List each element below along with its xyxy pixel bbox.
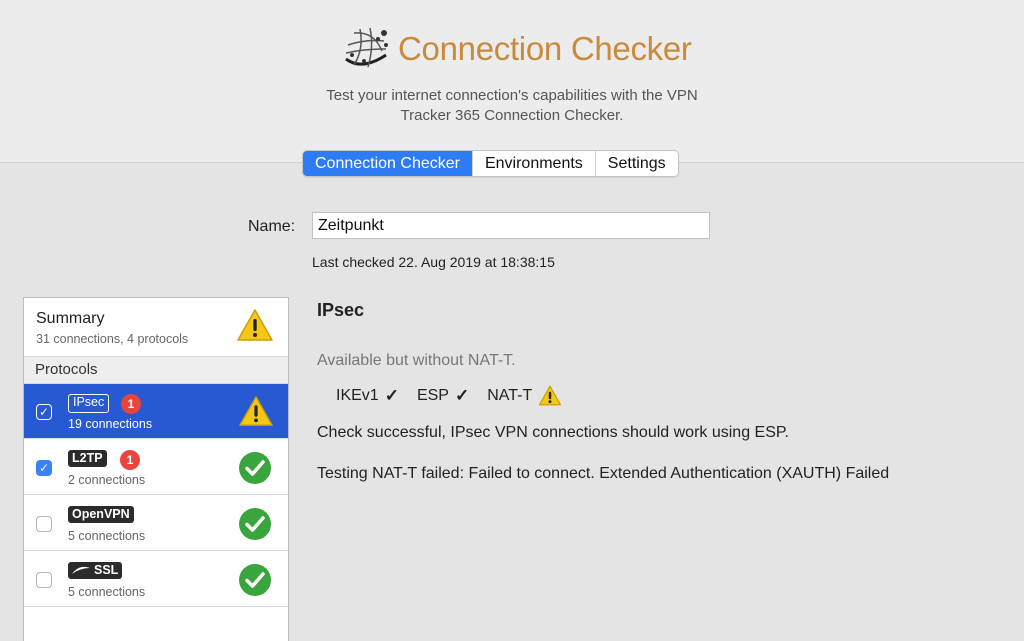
name-label: Name: [248, 218, 296, 235]
connection-count: 19 connections [68, 417, 153, 431]
tab-settings[interactable]: Settings [596, 151, 678, 176]
protocol-tag-l2tp: L2TP [68, 450, 107, 467]
result-message: Check successful, IPsec VPN connections … [317, 424, 789, 441]
check-nat-t: NAT-T [487, 385, 562, 406]
checkbox-ipsec[interactable]: ✓ [36, 404, 52, 420]
check-label: NAT-T [487, 386, 533, 404]
header: Connection Checker Test your internet co… [0, 0, 1024, 163]
checkmark-icon: ✓ [384, 385, 399, 405]
protocol-tag-ssl-label: SSL [94, 563, 119, 577]
protocol-checks: IKEv1 ✓ ESP ✓ NAT-T [336, 385, 580, 406]
detail-title: IPsec [317, 300, 365, 320]
check-label: IKEv1 [336, 386, 379, 404]
protocol-sidebar: Summary 31 connections, 4 protocols Prot… [23, 297, 289, 641]
connection-count: 5 connections [68, 529, 146, 543]
connection-count: 5 connections [68, 585, 146, 599]
connection-count: 2 connections [68, 473, 146, 487]
checkbox-openvpn[interactable] [36, 516, 52, 532]
name-field[interactable] [312, 212, 710, 239]
checkmark-icon: ✓ [454, 385, 470, 405]
issue-badge: 1 [120, 450, 140, 470]
checkmark-circle-icon [239, 564, 271, 596]
protocol-tag-ipsec: IPsec [68, 394, 110, 413]
protocol-tag-ssl: SSL [68, 562, 123, 579]
protocol-tag-openvpn: OpenVPN [68, 506, 134, 523]
protocols-header-label: Protocols [35, 361, 98, 378]
subtitle-line-1: Test your internet connection's capabili… [326, 87, 698, 104]
summary-subtitle: 31 connections, 4 protocols [36, 332, 189, 346]
checkmark-circle-icon [239, 508, 271, 540]
protocol-row-openvpn[interactable]: OpenVPN 5 connections [24, 496, 288, 551]
check-ikev1: IKEv1 ✓ [336, 386, 399, 406]
globe-logo-icon [345, 27, 388, 68]
issue-badge: 1 [121, 394, 141, 414]
check-esp: ESP ✓ [417, 386, 469, 406]
app-subtitle: Test your internet connection's capabili… [262, 86, 762, 126]
protocols-section-header: Protocols [24, 356, 288, 384]
tab-bar: Connection Checker Environments Settings [302, 150, 679, 177]
checkbox-ssl[interactable] [36, 572, 52, 588]
subtitle-line-2: Tracker 365 Connection Checker. [400, 107, 624, 124]
warning-icon [237, 309, 273, 341]
last-checked-text: Last checked 22. Aug 2019 at 18:38:15 [312, 254, 555, 270]
error-message: Testing NAT-T failed: Failed to connect.… [317, 465, 890, 482]
check-label: ESP [416, 386, 449, 404]
availability-text: Available but without NAT-T. [317, 352, 516, 369]
protocol-row-ssl[interactable]: SSL 5 connections [24, 552, 288, 607]
summary-title: Summary [36, 310, 105, 327]
summary-item[interactable]: Summary 31 connections, 4 protocols [24, 298, 288, 354]
checkmark-circle-icon [239, 452, 271, 484]
app-title: Connection Checker [398, 30, 692, 67]
tab-connection-checker[interactable]: Connection Checker [303, 151, 473, 176]
warning-icon [539, 385, 562, 406]
checkbox-l2tp[interactable]: ✓ [36, 460, 52, 476]
protocol-row-ipsec[interactable]: ✓ IPsec 1 19 connections [24, 384, 288, 439]
ssl-swoosh-icon [72, 566, 90, 574]
warning-icon [239, 396, 273, 426]
tab-environments[interactable]: Environments [473, 151, 596, 176]
protocol-row-l2tp[interactable]: ✓ L2TP 1 2 connections [24, 440, 288, 495]
